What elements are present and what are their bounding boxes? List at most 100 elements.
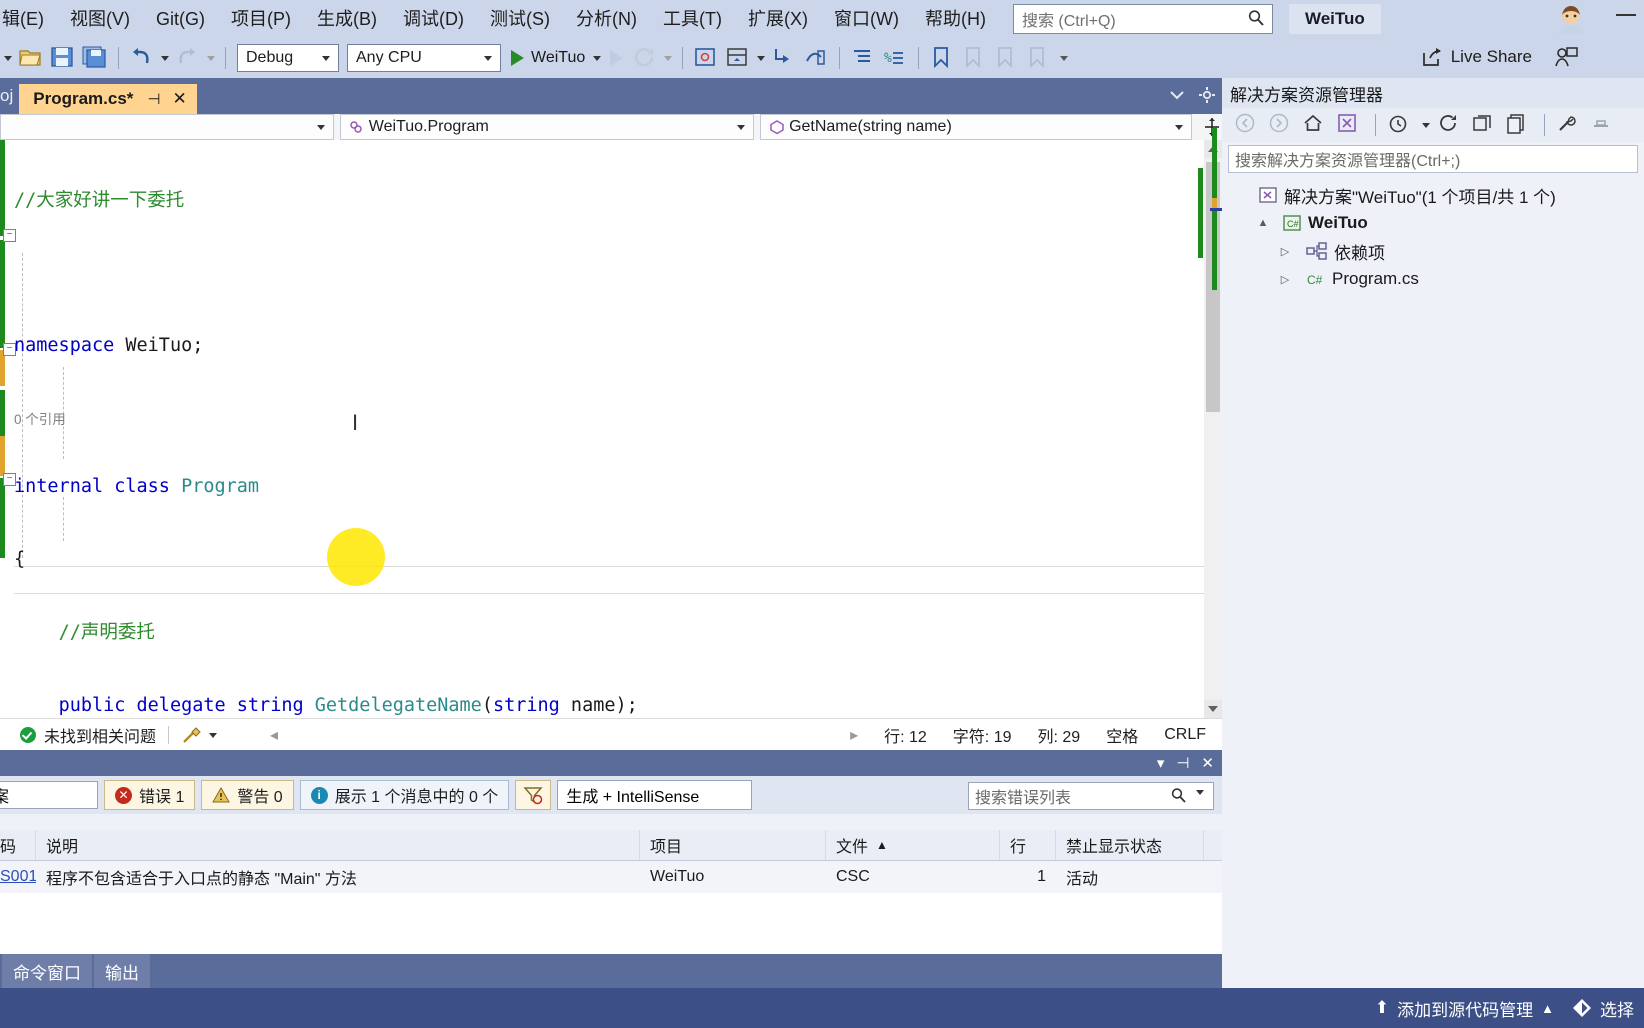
solution-explorer-scrollbar[interactable] [1210,128,1222,388]
hot-reload-icon[interactable] [631,45,659,71]
feedback-icon[interactable] [1554,46,1578,68]
member-scope-combo[interactable]: GetName(string name) [760,114,1192,140]
gear-icon[interactable] [1198,86,1216,104]
cleanup-caret[interactable] [209,732,218,738]
menu-git[interactable]: Git(G) [143,5,218,33]
close-icon[interactable]: ✕ [172,89,186,109]
nav-back-icon[interactable]: ◂ [270,725,278,745]
cell-code[interactable]: S001 [0,861,36,893]
pin-icon[interactable]: ⊣ [147,90,160,108]
avatar[interactable] [1554,3,1588,35]
tree-expander-dependencies[interactable]: ▷ [1276,245,1294,258]
menu-tools[interactable]: 工具(T) [650,5,735,33]
tree-expander-project[interactable]: ▲ [1254,217,1272,229]
solution-view-icon[interactable] [1336,112,1364,138]
start-without-debug-icon[interactable] [610,50,624,66]
home-icon[interactable] [1302,112,1330,138]
start-debug-button[interactable]: WeiTuo [511,49,604,67]
char-indicator[interactable]: 字符: 19 [953,723,1012,747]
menu-help[interactable]: 帮助(H) [912,5,999,33]
prev-bookmark-icon[interactable] [960,45,988,71]
eol-indicator[interactable]: CRLF [1164,726,1206,744]
indent-icon[interactable] [849,45,877,71]
redo-dropdown-caret[interactable] [207,55,215,61]
menu-window[interactable]: 窗口(W) [821,5,912,33]
save-icon[interactable] [49,45,77,71]
platform-combo[interactable]: Any CPU [347,44,501,72]
menu-project[interactable]: 项目(P) [218,5,304,33]
menu-extensions[interactable]: 扩展(X) [735,5,821,33]
open-file-icon[interactable] [17,45,45,71]
column-header-file[interactable]: 文件 ▲ [826,830,1000,860]
chevron-down-icon[interactable]: ▾ [1157,754,1165,772]
scope-filter-combo[interactable]: 案 [0,781,98,809]
clear-bookmarks-icon[interactable] [1024,45,1052,71]
tree-node-solution[interactable]: 解决方案"WeiTuo"(1 个项目/共 1 个) [1222,181,1644,209]
preview-icon[interactable] [1590,112,1618,138]
redo-icon[interactable] [174,45,202,71]
column-header-code[interactable]: 码 [0,830,36,860]
refresh-icon[interactable] [1437,112,1465,138]
tree-expander-file[interactable]: ▷ [1276,273,1294,286]
tree-node-dependencies[interactable]: ▷ 依赖项 [1222,237,1644,265]
step-into-icon[interactable] [770,45,798,71]
warnings-filter-button[interactable]: 警告 0 [201,780,294,810]
show-all-files-icon[interactable] [1505,112,1533,138]
menu-test[interactable]: 测试(S) [477,5,563,33]
code-cleanup-icon[interactable] [181,725,203,745]
chevron-down-icon[interactable] [1196,790,1204,795]
hot-reload-caret[interactable] [664,55,673,61]
column-header-description[interactable]: 说明 [36,830,640,860]
chevron-down-icon[interactable] [593,55,602,61]
chevron-down-icon[interactable] [1170,90,1184,100]
tab-program-cs[interactable]: Program.cs* ⊣ ✕ [19,84,197,114]
live-share-button[interactable]: Live Share [1421,46,1578,68]
bookmark-icon[interactable] [928,45,956,71]
tree-node-project[interactable]: ▲ C# WeiTuo [1222,209,1644,237]
solution-explorer-search-input[interactable]: 搜索解决方案资源管理器(Ctrl+;) [1228,145,1638,173]
menu-debug[interactable]: 调试(D) [390,5,477,33]
messages-filter-button[interactable]: i 展示 1 个消息中的 0 个 [299,780,510,810]
project-scope-combo[interactable] [0,114,334,140]
next-bookmark-icon[interactable] [992,45,1020,71]
menu-edit[interactable]: 辑(E) [0,5,57,33]
panel-tab-command-window[interactable]: 命令窗口 [2,953,92,989]
toolbar-more-caret[interactable] [1060,55,1069,61]
window-layout-icon[interactable] [724,45,752,71]
clear-filter-button[interactable] [515,780,552,810]
nav-forward-icon[interactable]: ▸ [850,725,858,745]
pending-caret[interactable] [1422,122,1430,128]
panel-tab-output[interactable]: 输出 [94,953,150,989]
build-intellisense-combo[interactable]: 生成 + IntelliSense [557,780,753,810]
line-indicator[interactable]: 行: 12 [884,723,927,747]
menu-build[interactable]: 生成(B) [304,5,390,33]
global-search-input[interactable]: 搜索 (Ctrl+Q) [1012,4,1273,34]
code-content[interactable]: //大家好讲一下委托 namespace WeiTuo; 0 个引用 inter… [14,140,638,718]
pin-icon[interactable]: ⊣ [1176,754,1189,772]
select-repository-button[interactable]: 选择 [1572,996,1634,1021]
properties-icon[interactable] [1556,112,1584,138]
errors-filter-button[interactable]: ✕ 错误 1 [104,780,196,810]
save-all-icon[interactable] [81,45,109,71]
live-preview-icon[interactable] [692,45,720,71]
codelens-ref-1[interactable]: 0 个引用 [14,412,66,427]
back-icon[interactable] [1234,112,1262,138]
table-row[interactable]: S001 程序不包含适合于入口点的静态 "Main" 方法 WeiTuo CSC… [0,861,1222,893]
step-over-icon[interactable] [802,45,830,71]
undo-icon[interactable] [128,45,156,71]
code-editor[interactable]: − − − //大家好讲一下委托 namespace WeiTuo; 0 个引用… [0,140,1222,718]
column-header-line[interactable]: 行 [1000,830,1056,860]
add-to-source-control-button[interactable]: ⬆ 添加到源代码管理 ▲ [1375,996,1554,1021]
type-scope-combo[interactable]: WeiTuo.Program [339,114,755,140]
tree-node-program-cs[interactable]: ▷ C# Program.cs [1222,265,1644,293]
column-header-project[interactable]: 项目 [640,830,826,860]
toolbar-overflow-caret[interactable] [4,55,12,61]
column-header-suppression[interactable]: 禁止显示状态 [1056,830,1204,860]
spacing-indicator[interactable]: 空格 [1106,723,1138,747]
column-indicator[interactable]: 列: 29 [1038,723,1081,747]
error-list-search-input[interactable]: 搜索错误列表 [968,782,1214,810]
pending-changes-icon[interactable] [1387,112,1415,138]
menu-analyze[interactable]: 分析(N) [563,5,650,33]
comment-icon[interactable]: % [881,45,909,71]
tab-partial-left[interactable]: oj [0,80,19,114]
